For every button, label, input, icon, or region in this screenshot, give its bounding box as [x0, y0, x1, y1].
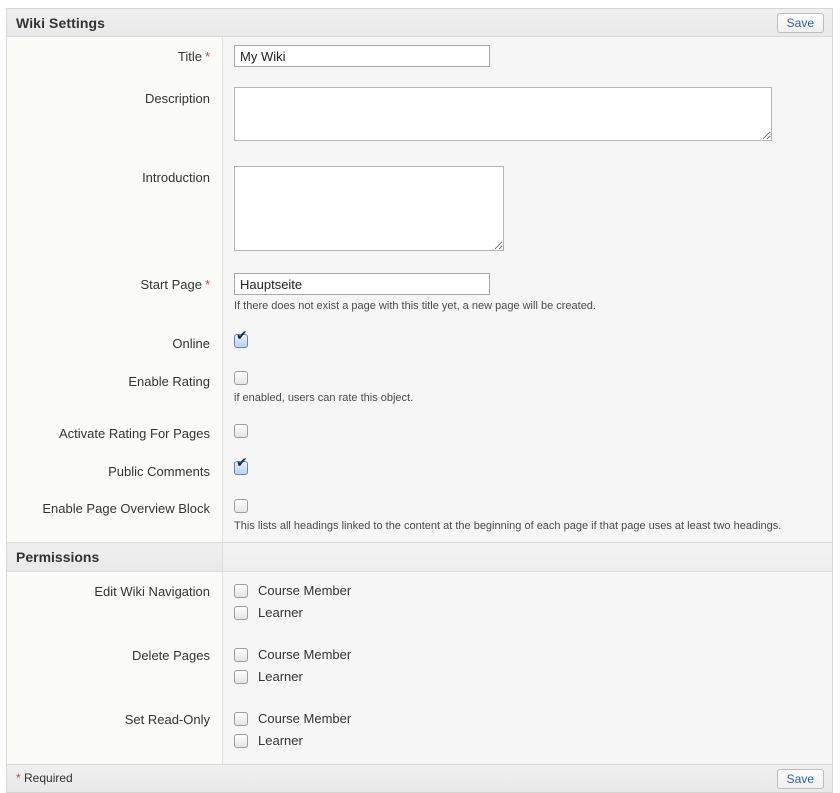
- option-label: Learner: [258, 733, 303, 748]
- form-footer: * Required Save: [7, 764, 832, 792]
- page-overview-block-help: This lists all headings linked to the co…: [234, 520, 822, 532]
- set-read-only-label: Set Read-Only: [125, 712, 210, 727]
- form-row-online: Online ✔: [7, 324, 832, 362]
- option-label: Learner: [258, 669, 303, 684]
- description-label: Description: [145, 91, 210, 106]
- option-learner: ✔ Learner: [234, 666, 822, 688]
- form-row-description: Description: [7, 79, 832, 158]
- form-row-activate-rating-pages: Activate Rating For Pages ✔: [7, 414, 832, 452]
- set-read-only-course-member-checkbox[interactable]: ✔: [234, 712, 248, 726]
- required-asterisk: *: [205, 277, 210, 292]
- form-row-edit-wiki-navigation: Edit Wiki Navigation ✔ Course Member ✔ L…: [7, 572, 832, 636]
- enable-rating-checkbox[interactable]: ✔: [234, 371, 248, 385]
- form-row-set-read-only: Set Read-Only ✔ Course Member ✔ Learner: [7, 700, 832, 764]
- introduction-textarea[interactable]: [234, 166, 504, 251]
- activate-rating-pages-label: Activate Rating For Pages: [59, 426, 210, 441]
- introduction-label: Introduction: [142, 170, 210, 185]
- edit-wiki-navigation-learner-checkbox[interactable]: ✔: [234, 606, 248, 620]
- description-textarea[interactable]: [234, 87, 772, 141]
- delete-pages-label: Delete Pages: [132, 648, 210, 663]
- form-header: Wiki Settings Save: [7, 9, 832, 37]
- required-note: * Required: [7, 771, 73, 785]
- option-label: Course Member: [258, 647, 351, 662]
- option-course-member: ✔ Course Member: [234, 708, 822, 730]
- required-asterisk: *: [16, 771, 21, 785]
- set-read-only-learner-checkbox[interactable]: ✔: [234, 734, 248, 748]
- enable-rating-help: if enabled, users can rate this object.: [234, 392, 822, 404]
- permissions-section-header: Permissions: [7, 542, 832, 572]
- online-label: Online: [172, 336, 210, 351]
- form-row-delete-pages: Delete Pages ✔ Course Member ✔ Learner: [7, 636, 832, 700]
- checkmark-icon: ✔: [236, 327, 248, 343]
- form-row-public-comments: Public Comments ✔: [7, 452, 832, 490]
- form-row-introduction: Introduction: [7, 158, 832, 265]
- option-learner: ✔ Learner: [234, 602, 822, 624]
- public-comments-label: Public Comments: [108, 464, 210, 479]
- required-note-label: Required: [24, 771, 73, 785]
- page-overview-block-checkbox[interactable]: ✔: [234, 499, 248, 513]
- delete-pages-learner-checkbox[interactable]: ✔: [234, 670, 248, 684]
- form-row-start-page: Start Page* If there does not exist a pa…: [7, 265, 832, 324]
- form-row-title: Title*: [7, 37, 832, 79]
- public-comments-checkbox[interactable]: ✔: [234, 461, 248, 475]
- form-title: Wiki Settings: [7, 15, 105, 31]
- option-learner: ✔ Learner: [234, 730, 822, 752]
- activate-rating-pages-checkbox[interactable]: ✔: [234, 424, 248, 438]
- permissions-section-title: Permissions: [16, 549, 99, 565]
- delete-pages-course-member-checkbox[interactable]: ✔: [234, 648, 248, 662]
- form-row-page-overview-block: Enable Page Overview Block ✔ This lists …: [7, 489, 832, 542]
- option-label: Course Member: [258, 583, 351, 598]
- title-label: Title: [178, 49, 202, 64]
- option-course-member: ✔ Course Member: [234, 580, 822, 602]
- title-input[interactable]: [234, 45, 490, 67]
- start-page-help: If there does not exist a page with this…: [234, 300, 822, 312]
- enable-rating-label: Enable Rating: [128, 374, 210, 389]
- save-button-top[interactable]: Save: [777, 13, 824, 33]
- start-page-input[interactable]: [234, 273, 490, 295]
- required-asterisk: *: [205, 49, 210, 64]
- save-button-bottom[interactable]: Save: [777, 769, 824, 789]
- edit-wiki-navigation-course-member-checkbox[interactable]: ✔: [234, 584, 248, 598]
- start-page-label: Start Page: [141, 277, 202, 292]
- form-row-enable-rating: Enable Rating ✔ if enabled, users can ra…: [7, 362, 832, 415]
- checkmark-icon: ✔: [236, 454, 248, 470]
- option-label: Learner: [258, 605, 303, 620]
- edit-wiki-navigation-label: Edit Wiki Navigation: [94, 584, 210, 599]
- page-overview-block-label: Enable Page Overview Block: [42, 501, 210, 516]
- option-label: Course Member: [258, 711, 351, 726]
- option-course-member: ✔ Course Member: [234, 644, 822, 666]
- wiki-settings-form: Wiki Settings Save Title* Description In…: [6, 8, 833, 793]
- online-checkbox[interactable]: ✔: [234, 334, 248, 348]
